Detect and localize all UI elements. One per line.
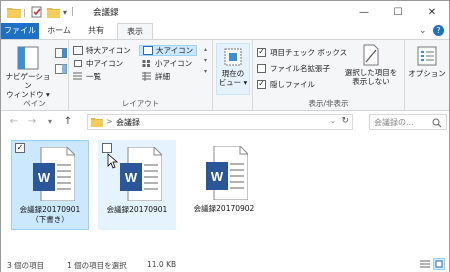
folder-icon: [91, 118, 103, 127]
layout-large-icons[interactable]: 大アイコン: [139, 45, 198, 56]
tab-file[interactable]: ファイル: [1, 23, 39, 39]
small-icons-icon: [142, 60, 150, 67]
layout-list[interactable]: 一覧: [73, 71, 101, 82]
hidden-items-checkbox[interactable]: ✓: [257, 79, 266, 89]
breadcrumb-current[interactable]: 会議録: [116, 117, 140, 128]
maximize-button[interactable]: ☐: [381, 1, 415, 23]
selection-info: 1 個の項目を選択: [67, 261, 127, 270]
ribbon: ナビゲーション ウィンドウ ▾ ペイン 特大アイコン 大アイコン 中アイコン 小…: [1, 39, 449, 111]
svg-text:W: W: [125, 170, 138, 185]
current-view-icon: [224, 48, 242, 66]
file-item[interactable]: ✓ W 会議録20170901 （下書き）: [11, 140, 89, 230]
details-pane-icon[interactable]: [55, 64, 67, 76]
layout-group: 特大アイコン 大アイコン 中アイコン 小アイコン 一覧 詳細 ▴ ▾ ▾ レイアウト: [69, 40, 213, 111]
file-name: 会議録20170901: [19, 205, 81, 214]
ribbon-collapse-icon[interactable]: ⌄: [419, 26, 427, 36]
recent-locations-button[interactable]: ▾: [43, 115, 57, 129]
forward-button[interactable]: →: [25, 115, 39, 129]
options-button[interactable]: オプション: [407, 46, 447, 78]
options-icon: [417, 46, 437, 66]
large-icons-icon: [143, 46, 153, 55]
file-extensions-checkbox[interactable]: [257, 63, 266, 73]
new-folder-icon[interactable]: [47, 5, 60, 19]
item-checkbox[interactable]: ✓: [15, 143, 25, 153]
item-checkboxes-checkbox[interactable]: ✓: [257, 47, 266, 57]
address-path-field[interactable]: > 会議録 ⌄ ↻: [87, 114, 353, 130]
navigation-pane-button[interactable]: ナビゲーション ウィンドウ ▾: [3, 46, 53, 99]
preview-pane-icon[interactable]: [55, 48, 67, 60]
details-view-icon[interactable]: [419, 258, 431, 270]
explorer-window: | ▾ | 会議録 — ☐ ✕ ファイル ホーム 共有 表示 ⌄ ? ナビゲーシ…: [0, 0, 450, 272]
breadcrumb-separator[interactable]: >: [106, 117, 113, 126]
pane-group-label: ペイン: [23, 99, 46, 108]
up-button[interactable]: ↑: [61, 115, 75, 129]
layout-scroll-icon[interactable]: ▴ ▾ ▾: [204, 44, 207, 77]
search-input[interactable]: 会議録の...: [374, 117, 414, 128]
pane-group: ナビゲーション ウィンドウ ▾ ペイン: [1, 40, 69, 111]
search-icon: [432, 118, 442, 128]
help-icon[interactable]: ?: [433, 25, 444, 36]
properties-icon[interactable]: [31, 5, 43, 19]
address-bar: ← → ▾ ↑ > 会議録 ⌄ ↻ 会議録の...: [1, 112, 449, 132]
refresh-icon[interactable]: ↻: [341, 116, 349, 126]
navigation-pane-icon: [17, 46, 39, 70]
minimize-button[interactable]: —: [347, 1, 381, 23]
layout-small-icons[interactable]: 小アイコン: [142, 58, 192, 69]
window-title: 会議録: [93, 8, 119, 18]
file-name: 会議録20170902: [193, 204, 255, 213]
word-document-icon: W: [120, 147, 162, 201]
item-checkboxes-toggle[interactable]: ✓ 項目チェック ボックス: [257, 46, 347, 58]
hide-selected-button[interactable]: 選択した項目を 表示しない: [339, 44, 403, 86]
status-bar: 3 個の項目 1 個の項目を選択 11.0 KB: [1, 257, 449, 272]
details-icon: [142, 72, 151, 81]
show-hide-group: ✓ 項目チェック ボックス ファイル名拡張子 ✓ 隠しファイル 選択した項目を 表示…: [253, 40, 405, 111]
hide-selected-icon: [363, 44, 379, 66]
search-box[interactable]: 会議録の...: [369, 114, 447, 130]
layout-medium-icons[interactable]: 中アイコン: [73, 58, 123, 69]
layout-extra-large-icons[interactable]: 特大アイコン: [73, 45, 131, 56]
medium-icons-icon: [74, 60, 82, 67]
quick-access-dropdown-icon[interactable]: ▾: [63, 5, 67, 19]
mouse-cursor-icon: [107, 153, 119, 169]
tab-share[interactable]: 共有: [81, 23, 111, 39]
file-name-line2: （下書き）: [31, 215, 69, 224]
folder-icon: [7, 5, 21, 19]
ribbon-tabs: ファイル ホーム 共有 表示 ⌄ ?: [1, 23, 449, 39]
layout-details[interactable]: 詳細: [142, 71, 170, 82]
file-item[interactable]: W 会議録20170902: [185, 140, 263, 230]
hidden-items-toggle[interactable]: ✓ 隠しファイル: [257, 78, 315, 90]
large-icons-view-icon[interactable]: [433, 258, 445, 270]
file-extensions-toggle[interactable]: ファイル名拡張子: [257, 62, 330, 74]
item-count: 3 個の項目: [7, 261, 45, 270]
extra-large-icons-icon: [73, 46, 83, 55]
file-view: ✓ W 会議録20170901 （下書き） W 会議録20170901 W 会議…: [1, 132, 449, 257]
show-hide-group-label: 表示/非表示: [308, 99, 349, 108]
file-name: 会議録20170901: [106, 205, 168, 214]
close-button[interactable]: ✕: [415, 1, 449, 23]
svg-text:W: W: [38, 170, 51, 185]
current-view-button[interactable]: 現在の ビュー ▾: [216, 43, 250, 95]
title-bar: | ▾ | 会議録 — ☐ ✕: [1, 1, 449, 23]
path-dropdown-icon[interactable]: ⌄: [330, 117, 336, 125]
item-checkbox[interactable]: [102, 143, 112, 153]
back-button[interactable]: ←: [7, 115, 21, 129]
list-icon: [73, 72, 82, 80]
word-document-icon: W: [33, 147, 75, 201]
tab-view[interactable]: 表示: [117, 23, 153, 39]
current-view-group: 現在の ビュー ▾: [213, 40, 253, 111]
tab-home[interactable]: ホーム: [43, 23, 75, 39]
svg-text:W: W: [211, 169, 224, 184]
word-document-icon: W: [206, 146, 248, 200]
selection-size: 11.0 KB: [147, 260, 177, 269]
layout-group-label: レイアウト: [121, 99, 160, 108]
file-item[interactable]: W 会議録20170901: [98, 140, 176, 230]
